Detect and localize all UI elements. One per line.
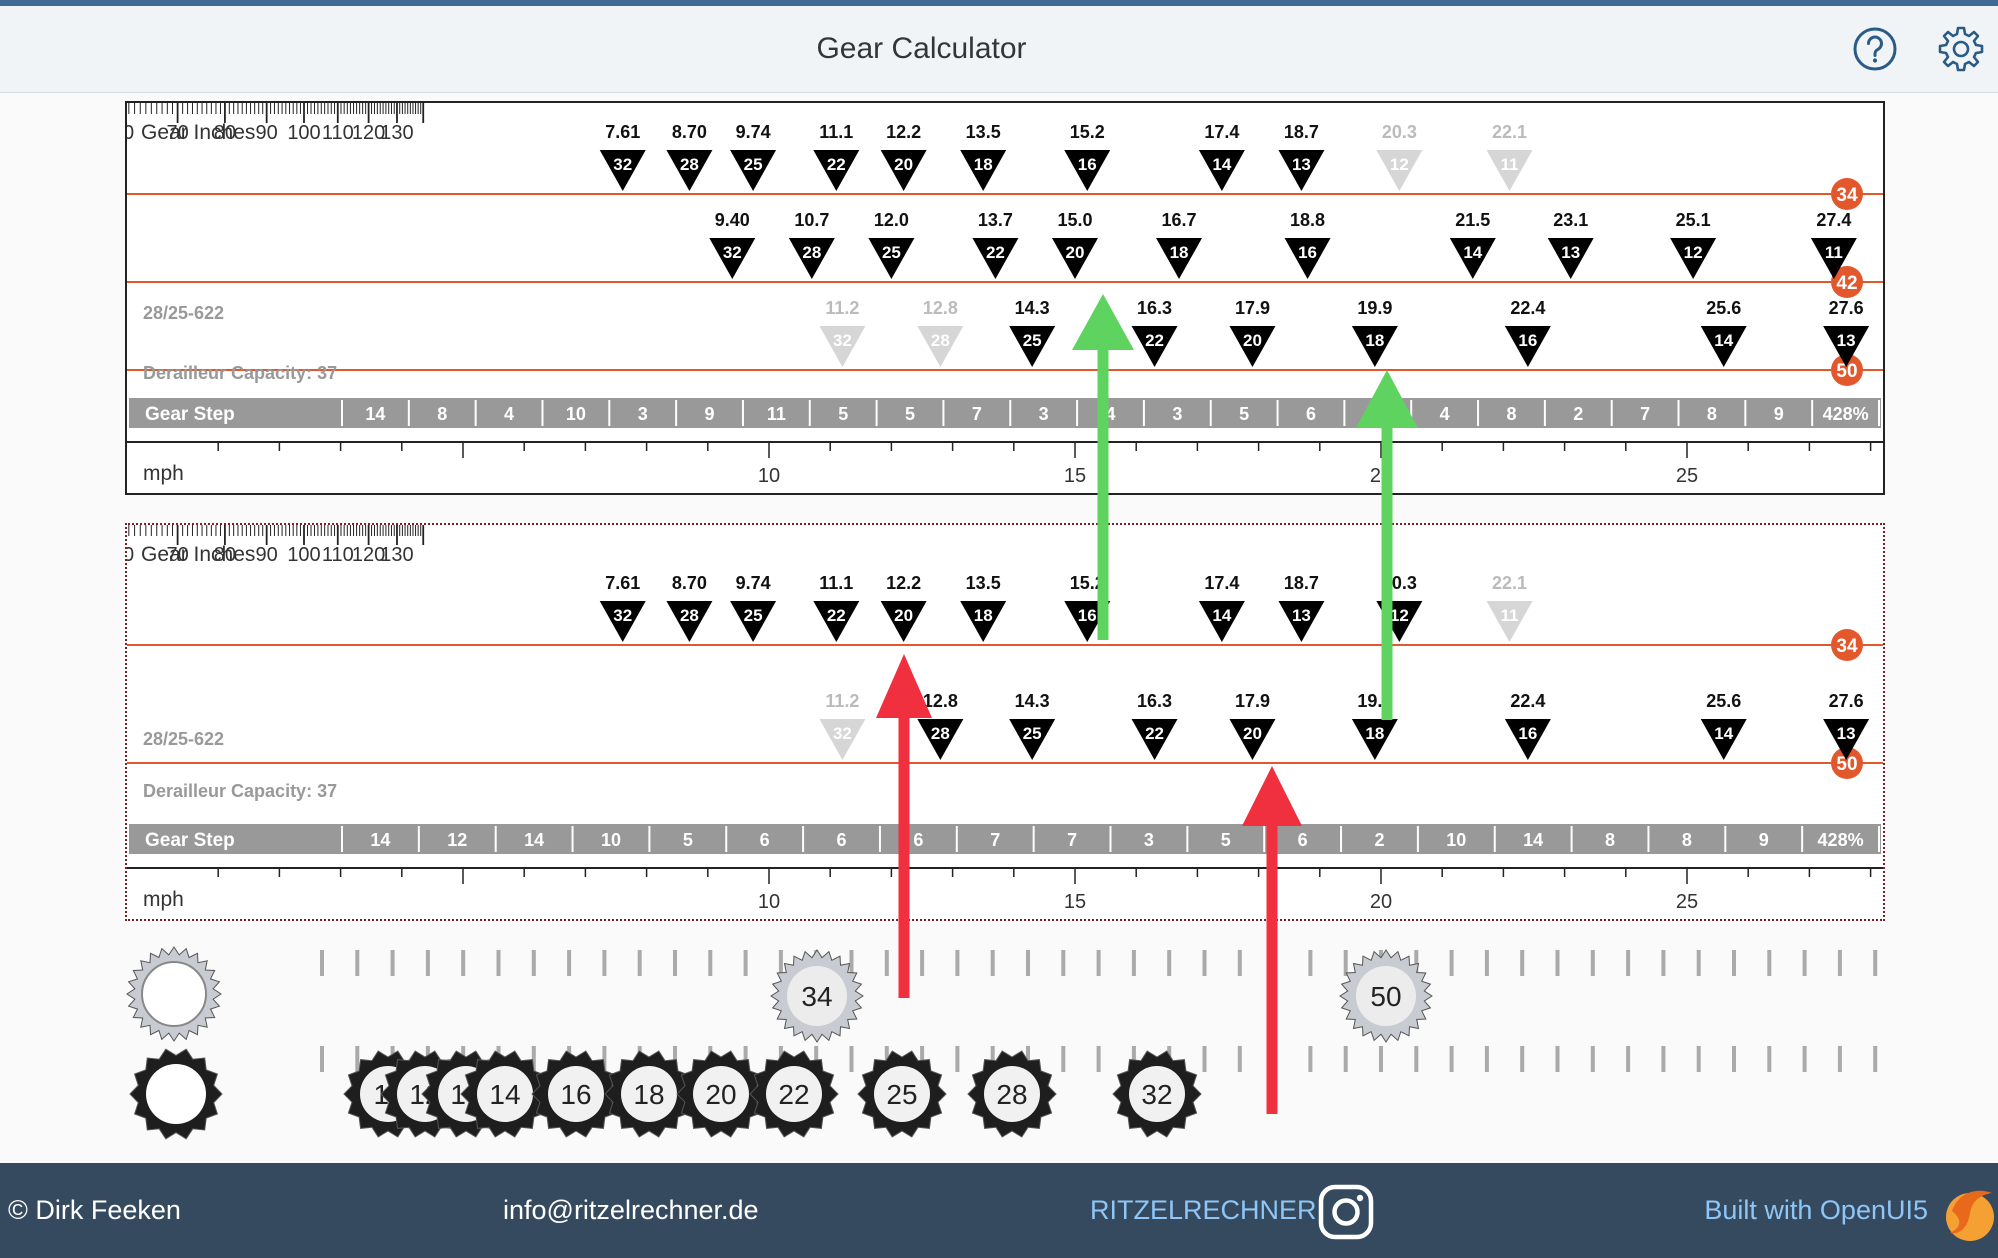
email-link[interactable]: info@ritzelrechner.de	[503, 1163, 759, 1258]
green-arrow-2	[1356, 370, 1418, 720]
built-with-link[interactable]: Built with OpenUI5	[1704, 1163, 1928, 1258]
red-arrow-2	[1242, 766, 1302, 1114]
green-arrow-1	[1072, 294, 1134, 640]
red-arrow-1	[876, 654, 932, 998]
copyright-text: © Dirk Feeken	[8, 1195, 181, 1225]
instagram-link[interactable]: RITZELRECHNER	[1090, 1163, 1317, 1258]
app-footer: © Dirk Feeken info@ritzelrechner.de RITZ…	[0, 1163, 1998, 1258]
openui5-logo-icon	[1946, 1190, 1994, 1241]
annotation-arrows	[876, 294, 1418, 1114]
instagram-icon[interactable]	[1317, 1183, 1375, 1241]
